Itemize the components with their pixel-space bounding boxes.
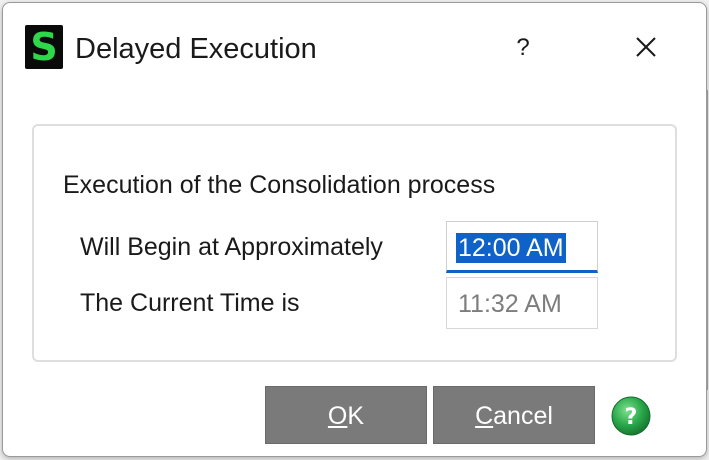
close-button[interactable] xyxy=(618,25,674,71)
window-title: Delayed Execution xyxy=(75,33,317,65)
cancel-button[interactable]: Cancel xyxy=(433,386,595,444)
current-time-field: 11:32 AM xyxy=(446,277,598,329)
current-time-value: 11:32 AM xyxy=(458,290,562,318)
current-time-label: The Current Time is xyxy=(80,289,300,317)
help-button[interactable]: ? xyxy=(497,25,549,71)
ok-label-rest: K xyxy=(347,402,365,430)
cancel-label-rest: ancel xyxy=(493,402,553,430)
title-bar[interactable]: S Delayed Execution ? xyxy=(3,3,706,97)
cancel-accelerator: C xyxy=(475,402,494,430)
section-heading: Execution of the Consolidation process xyxy=(63,171,496,199)
ok-button[interactable]: OK xyxy=(265,386,427,444)
execution-group-box: Execution of the Consolidation process W… xyxy=(32,124,677,362)
help-circle-icon: ? xyxy=(611,396,651,436)
begin-time-input[interactable]: 12:00 AM xyxy=(446,221,598,273)
begin-time-label: Will Begin at Approximately xyxy=(80,233,383,261)
help-circle-button[interactable]: ? xyxy=(610,395,652,437)
dialog-window: S Delayed Execution ? Execution of the C… xyxy=(2,2,707,457)
svg-text:?: ? xyxy=(625,405,638,430)
begin-time-value: 12:00 AM xyxy=(456,233,566,263)
close-icon xyxy=(636,37,656,57)
sage-app-icon: S xyxy=(25,25,63,69)
ok-accelerator: O xyxy=(327,402,348,430)
